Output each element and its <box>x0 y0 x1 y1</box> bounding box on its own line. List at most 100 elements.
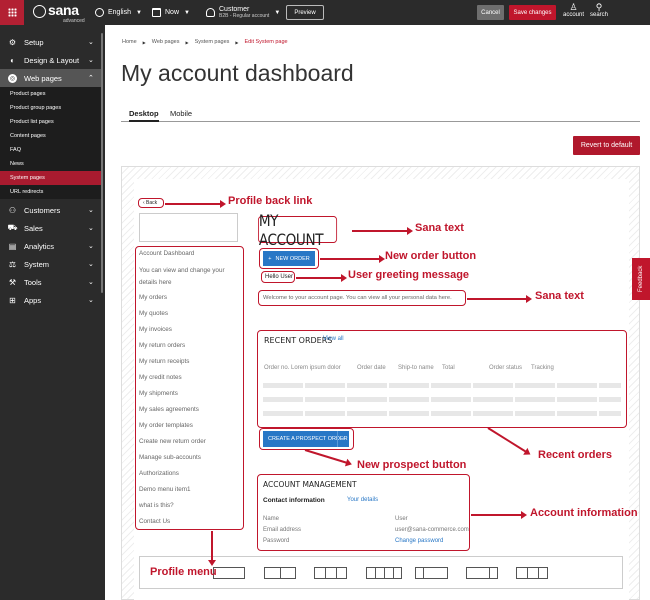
search-button[interactable]: ⚲ search <box>590 2 608 23</box>
annotation-arrow <box>352 226 413 235</box>
sidebar-sub-url-redirects[interactable]: URL redirects <box>0 185 101 199</box>
annotation-sana-text-2: Sana text <box>535 290 584 302</box>
annotation-arrow <box>165 199 226 208</box>
menu-item-quotes[interactable]: My quotes <box>139 310 168 317</box>
sidebar-sub-product-pages[interactable]: Product pages <box>0 87 101 101</box>
customer-selector[interactable]: Customer B2B - Regular account ▼ <box>206 0 280 25</box>
chevron-right-icon: ▶ <box>235 39 239 45</box>
chevron-down-icon: ▼ <box>274 9 281 16</box>
preview-button[interactable]: Preview <box>286 5 324 20</box>
sidebar-item-label: Apps <box>24 295 42 305</box>
save-changes-button[interactable]: Save changes <box>509 5 556 20</box>
sidebar-item-analytics[interactable]: ▤ Analytics ⌄ <box>0 237 101 255</box>
language-label: English <box>108 9 131 16</box>
annotation-account-information: Account information <box>530 507 638 519</box>
plus-icon: + <box>268 255 272 262</box>
app-grid-icon[interactable] <box>0 0 24 25</box>
menu-item-authorizations[interactable]: Authorizations <box>139 470 179 477</box>
sana-logo[interactable]: sana advanced <box>33 2 85 24</box>
logo-mark-icon <box>33 5 46 18</box>
sidebar-item-label: Sales <box>24 223 43 233</box>
sidebar-item-tools[interactable]: ⚒ Tools ⌄ <box>0 273 101 291</box>
sidebar-sub-faq[interactable]: FAQ <box>0 143 101 157</box>
new-order-button[interactable]: + NEW ORDER <box>263 251 315 266</box>
sidebar-sub-content-pages[interactable]: Content pages <box>0 129 101 143</box>
cancel-button[interactable]: Cancel <box>477 5 504 20</box>
menu-item-new-return-order[interactable]: Create new return order <box>139 438 206 445</box>
your-details-link[interactable]: Your details <box>347 497 378 503</box>
menu-item-orders[interactable]: My orders <box>139 294 167 301</box>
breadcrumb-home[interactable]: Home <box>122 39 137 45</box>
create-prospect-order-button[interactable]: CREATE A PROSPECT ORDER › <box>263 431 349 447</box>
view-all-link[interactable]: View all <box>323 336 344 342</box>
placeholder-block <box>264 567 296 579</box>
language-selector[interactable]: English ▼ <box>95 0 142 25</box>
column-header: Total <box>442 365 455 371</box>
menu-item-dashboard[interactable]: Account Dashboard <box>139 250 194 257</box>
chevron-down-icon: ⌄ <box>88 243 94 250</box>
sidebar-scrollbar[interactable] <box>101 33 103 293</box>
sidebar-item-system[interactable]: ⚖ System ⌄ <box>0 255 101 273</box>
system-icon: ⚖ <box>8 259 17 269</box>
sidebar-item-sales[interactable]: ⛟ Sales ⌄ <box>0 219 101 237</box>
user-greeting: Hello User <box>261 271 295 283</box>
menu-item-contact-us[interactable]: Contact Us <box>139 518 170 525</box>
breadcrumb-system-pages[interactable]: System pages <box>195 39 230 45</box>
menu-item-demo[interactable]: Demo menu item1 <box>139 486 190 493</box>
sidebar-item-apps[interactable]: ⊞ Apps ⌄ <box>0 291 101 309</box>
sidebar-item-setup[interactable]: ⚙ Setup ⌄ <box>0 33 101 51</box>
sidebar-item-customers[interactable]: ⚇ Customers ⌄ <box>0 201 101 219</box>
chevron-down-icon: ▼ <box>135 9 142 16</box>
globe-icon <box>95 8 104 17</box>
field-label: Email address <box>263 527 302 533</box>
sidebar-item-design[interactable]: ◐ Design & Layout ⌄ <box>0 51 101 69</box>
sidebar-sub-product-group-pages[interactable]: Product group pages <box>0 101 101 115</box>
sidebar-sub-system-pages[interactable]: System pages <box>0 171 101 185</box>
menu-item-order-templates[interactable]: My order templates <box>139 422 193 429</box>
sidebar-sub-product-list-pages[interactable]: Product list pages <box>0 115 101 129</box>
date-selector[interactable]: Now ▼ <box>152 0 190 25</box>
feedback-tab[interactable]: Feedback <box>632 258 650 300</box>
column-header: Tracking <box>531 365 554 371</box>
breadcrumb-web-pages[interactable]: Web pages <box>152 39 180 45</box>
menu-item-what-is-this[interactable]: what is this? <box>139 502 174 509</box>
account-label: account <box>563 12 585 18</box>
brand-sub: advanced <box>63 18 85 24</box>
contact-information-label: Contact information <box>263 497 325 504</box>
sidebar-sub-news[interactable]: News <box>0 157 101 171</box>
sidebar-item-label: Design & Layout <box>24 55 80 65</box>
sidebar-item-label: Setup <box>24 37 44 47</box>
create-prospect-label: CREATE A PROSPECT ORDER <box>268 436 348 442</box>
chevron-down-icon: ⌄ <box>88 39 94 46</box>
menu-item-return-orders[interactable]: My return orders <box>139 342 185 349</box>
table-row <box>263 383 621 388</box>
account-management-title: ACCOUNT MANAGEMENT <box>263 480 357 489</box>
menu-item-invoices[interactable]: My invoices <box>139 326 172 333</box>
annotation-arrow <box>207 531 216 566</box>
menu-item-shipments[interactable]: My shipments <box>139 390 178 397</box>
menu-item-sub-accounts[interactable]: Manage sub-accounts <box>139 454 201 461</box>
column-header: Ship-to name <box>398 365 434 371</box>
menu-item-sales-agreements[interactable]: My sales agreements <box>139 406 199 413</box>
image-placeholder <box>139 213 238 242</box>
chart-icon: ▤ <box>8 241 17 251</box>
column-header: Order date <box>357 365 386 371</box>
account-button[interactable]: ♙ account <box>563 2 584 23</box>
sidebar-item-label: Web pages <box>24 73 62 83</box>
annotation-arrow <box>296 273 347 282</box>
back-link[interactable]: ‹ Back <box>138 198 164 208</box>
menu-item-credit-notes[interactable]: My credit notes <box>139 374 182 381</box>
tab-desktop[interactable]: Desktop <box>129 109 159 122</box>
revert-to-default-button[interactable]: Revert to default <box>573 136 640 155</box>
gear-icon: ⚙ <box>8 37 17 47</box>
table-row <box>263 411 621 416</box>
menu-item-return-receipts[interactable]: My return receipts <box>139 358 189 365</box>
sidebar-item-label: System <box>24 259 50 269</box>
placeholder-block <box>466 567 498 579</box>
menu-item-description: You can view and change your details her… <box>139 267 225 286</box>
change-password-link[interactable]: Change password <box>395 538 443 544</box>
annotation-arrow <box>471 510 527 519</box>
search-label: search <box>590 12 609 18</box>
tab-mobile[interactable]: Mobile <box>170 109 192 118</box>
sidebar-item-web-pages[interactable]: ◎ Web pages ⌃ <box>0 69 101 87</box>
